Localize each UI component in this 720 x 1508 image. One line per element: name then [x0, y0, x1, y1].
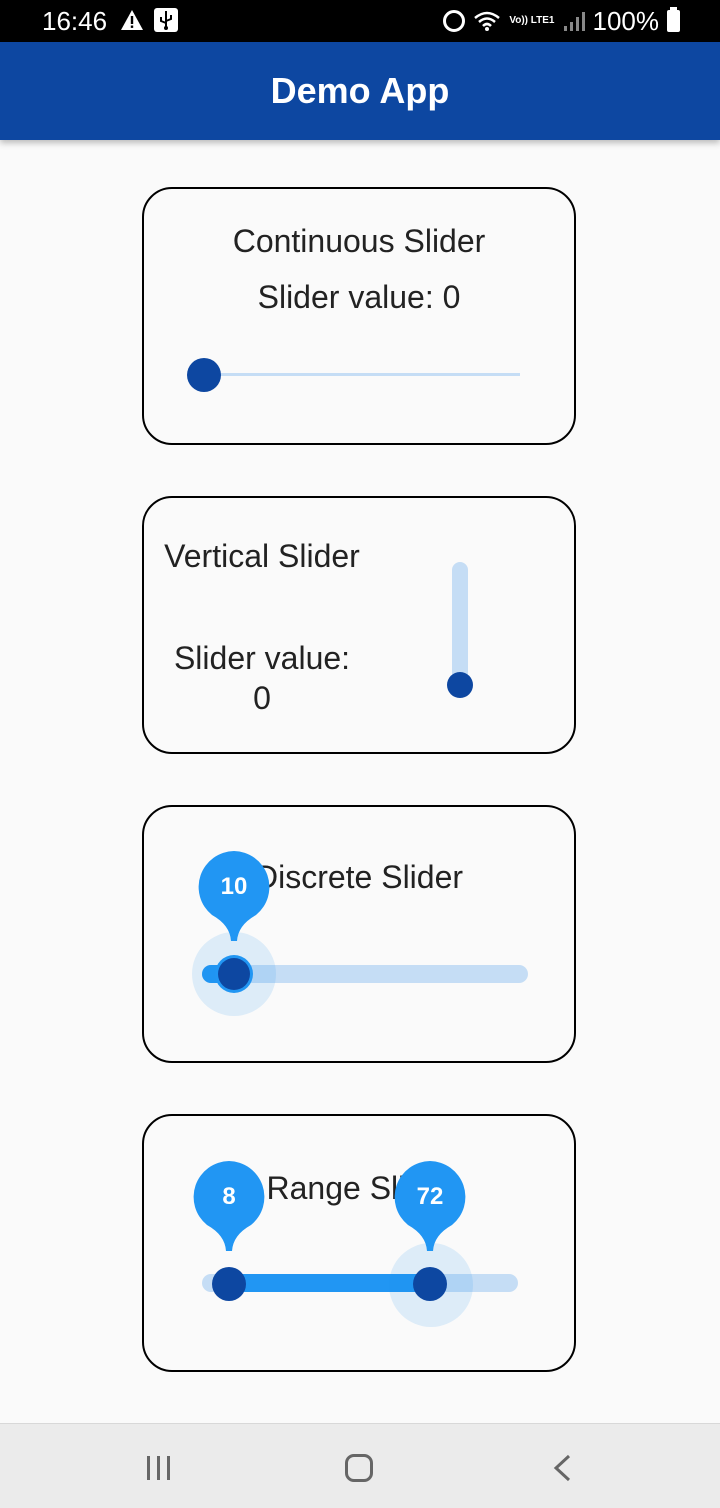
- battery-percent: 100%: [592, 6, 660, 36]
- discrete-slider-thumb[interactable]: [218, 958, 250, 990]
- discrete-slider-value-indicator: 10: [198, 851, 270, 953]
- wifi-icon: [474, 11, 501, 31]
- status-time: 16:46: [42, 6, 108, 36]
- discrete-slider-card: Discrete Slider 10: [142, 805, 576, 1063]
- warning-icon: [121, 10, 143, 30]
- vertical-slider-thumb[interactable]: [447, 672, 473, 698]
- vertical-slider-title: Vertical Slider: [164, 538, 360, 574]
- continuous-slider-value: Slider value: 0: [257, 279, 461, 315]
- battery-icon: [667, 7, 680, 32]
- status-bar: 16:46 Vo)) LTE1 100%: [0, 0, 720, 42]
- range-slider-end-indicator: 72: [394, 1161, 466, 1263]
- back-icon[interactable]: [552, 1454, 572, 1482]
- vertical-slider-track[interactable]: [452, 562, 468, 686]
- app-bar: Demo App: [0, 42, 720, 140]
- vertical-slider-value: 0: [253, 680, 271, 716]
- status-right-icons: Vo)) LTE1 100%: [443, 6, 680, 36]
- vertical-slider-value-block: Slider value: 0: [154, 638, 370, 718]
- continuous-slider-card: Continuous Slider Slider value: 0: [142, 187, 576, 445]
- signal-icon: [563, 12, 585, 31]
- home-icon[interactable]: [345, 1454, 373, 1482]
- continuous-slider-thumb[interactable]: [187, 358, 221, 392]
- alarm-icon: [443, 10, 466, 32]
- range-slider-start-indicator: 8: [193, 1161, 265, 1263]
- app-title: Demo App: [270, 70, 450, 111]
- navigation-bar: [0, 1423, 720, 1508]
- continuous-slider-title: Continuous Slider: [232, 223, 486, 259]
- volte-icon: Vo)) LTE1: [509, 15, 555, 26]
- vertical-slider-value-label: Slider value:: [173, 640, 351, 676]
- vertical-slider-card: Vertical Slider Slider value: 0: [142, 496, 576, 754]
- range-slider-start-label: 8: [222, 1183, 236, 1210]
- discrete-slider-indicator-label: 10: [220, 873, 248, 900]
- range-slider-card: Range Slider 8 72: [142, 1114, 576, 1372]
- continuous-slider-track[interactable]: [204, 373, 520, 376]
- recents-icon[interactable]: [146, 1456, 172, 1480]
- range-slider-end-thumb[interactable]: [413, 1267, 447, 1301]
- range-slider-start-thumb[interactable]: [212, 1267, 246, 1301]
- usb-icon: [154, 8, 178, 32]
- range-slider-end-label: 72: [416, 1183, 444, 1210]
